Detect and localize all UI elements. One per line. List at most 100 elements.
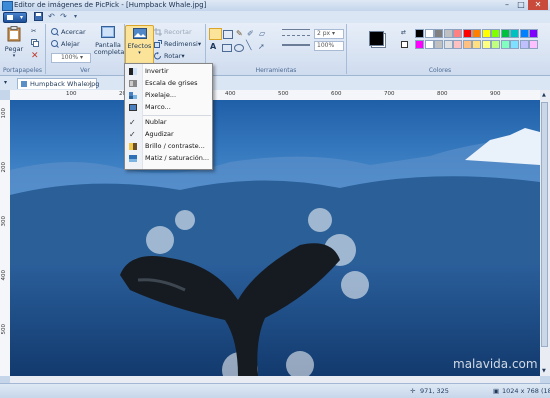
menu-item-escala-de-grises[interactable]: Escala de grises [125,78,212,89]
app-menu-button[interactable]: ▾ [3,12,27,23]
primary-color[interactable] [369,31,384,46]
image-file-icon [21,81,27,87]
close-button[interactable]: ✕ [528,0,548,10]
ruler-label: 200 [1,162,7,173]
color-swatch[interactable] [510,40,519,49]
zoom-select[interactable]: 100% ▾ [51,53,91,63]
menu-item-matiz-saturacion[interactable]: Matiz / saturación... [125,153,212,164]
scroll-thumb[interactable] [541,102,548,347]
fullscreen-button[interactable]: Pantalla completa [94,26,124,56]
color-swatch[interactable] [491,29,500,38]
group-portapapeles: Pegar ▾ ✂ ✕ Portapapeles [0,24,46,74]
pencil-icon[interactable]: ✎ [236,29,243,38]
quick-access-toolbar: ▾ ↶ ↷ ▾ [0,11,550,23]
ellipse-tool-icon[interactable] [234,44,244,52]
stroke-width-select[interactable]: 2 px ▾ [314,29,344,39]
redo-icon[interactable]: ↷ [59,12,68,21]
copy-icon[interactable] [31,39,39,47]
resize-icon [154,40,162,48]
group-ver: Acercar Alejar 100% ▾ Pantalla completa … [46,24,125,74]
color-swatch[interactable] [529,29,538,38]
color-swatch[interactable] [443,29,453,38]
menu-item-pixelaje[interactable]: Pixelaje... [125,90,212,101]
color-swatch[interactable] [500,40,510,49]
line-weight-preview[interactable] [282,44,310,46]
brush-icon[interactable]: ✐ [247,29,254,38]
fullscreen-icon [94,26,122,40]
menu-item-agudizar[interactable]: ✓ Agudizar [125,129,212,140]
color-swatch[interactable] [424,40,434,49]
delete-icon[interactable]: ✕ [31,51,39,61]
cut-icon[interactable]: ✂ [31,27,36,35]
color-swatch[interactable] [434,29,443,38]
opacity-select[interactable]: 100% [314,41,344,51]
color-swatch[interactable] [472,29,481,38]
image-dimensions: 1024 x 768 (188%) [502,387,550,395]
color-swatch[interactable] [453,40,462,49]
horizontal-scrollbar[interactable] [10,376,540,383]
effects-button[interactable]: Efectos ▾ [125,25,154,68]
zoom-out-button[interactable]: Alejar [51,40,80,48]
menu-item-marco[interactable]: Marco... [125,102,212,113]
text-tool-icon[interactable]: A [210,42,216,51]
status-bar: ✛ 971, 325 ▣ 1024 x 768 (188%) [0,383,550,398]
color-swatch[interactable] [462,40,472,49]
ruler-label: 400 [225,91,236,97]
reset-colors-icon[interactable] [401,41,408,48]
color-swatch[interactable] [415,29,424,38]
clipboard-icon [3,26,25,44]
color-swatch[interactable] [510,29,519,38]
paste-button[interactable]: Pegar ▾ [3,26,25,60]
cursor-icon: ✛ [410,387,416,395]
crop-button[interactable]: Recortar [154,28,192,36]
color-swatch[interactable] [519,29,529,38]
scroll-down-icon[interactable]: ▼ [542,368,546,374]
menu-item-invertir[interactable]: Invertir [125,66,212,77]
color-swatch[interactable] [500,29,510,38]
menu-item-brillo-contraste[interactable]: Brillo / contraste... [125,141,212,152]
group-label-ver: Ver [80,67,90,74]
color-swatch[interactable] [472,40,481,49]
color-swatch[interactable] [434,40,443,49]
line-style-dashed[interactable] [282,35,310,36]
color-swatch[interactable] [491,40,500,49]
more-icon[interactable]: ▾ [71,12,80,21]
color-swatch[interactable] [443,40,453,49]
rectangle-select-icon[interactable] [223,30,233,39]
color-swatch[interactable] [424,29,434,38]
group-label-portapapeles: Portapapeles [2,67,43,74]
color-swatch[interactable] [529,40,538,49]
resize-button[interactable]: Redimensi ▾ [154,40,201,48]
color-swatch[interactable] [519,40,529,49]
line-tool-icon[interactable]: ╲ [246,41,251,51]
document-tabs: ▾ Humpback Whale.jpg × [0,76,550,90]
pixelate-icon [129,92,137,99]
minimize-button[interactable]: – [500,0,514,10]
menu-item-nublar[interactable]: ✓ Nublar [125,117,212,128]
line-style-solid[interactable] [282,29,310,30]
close-tab-icon[interactable]: × [86,79,92,90]
color-swatch[interactable] [462,29,472,38]
zoom-in-button[interactable]: Acercar [51,28,86,36]
image-canvas[interactable] [10,100,540,376]
rectangle-tool-icon[interactable] [222,44,232,52]
scroll-up-icon[interactable]: ▲ [542,92,546,98]
undo-icon[interactable]: ↶ [47,12,56,21]
eraser-icon[interactable]: ▱ [259,29,265,38]
vertical-scrollbar[interactable]: ▲ ▼ [540,90,550,376]
app-icon [2,1,13,11]
rotate-button[interactable]: Rotar ▾ [154,52,185,60]
color-swatch[interactable] [415,40,424,49]
color-swatch[interactable] [453,29,462,38]
arrow-tool-icon[interactable]: ➚ [258,42,265,51]
swap-colors-icon[interactable]: ⇄ [401,29,406,36]
select-tool-icon[interactable] [209,28,222,40]
save-icon[interactable] [34,12,43,21]
watermark: malavida.com [453,357,538,371]
maximize-button[interactable]: □ [514,0,528,10]
tab-humpback-whale[interactable]: Humpback Whale.jpg × [17,78,99,90]
tab-list-icon[interactable]: ▾ [4,79,7,86]
rotate-icon [154,52,162,60]
color-swatch[interactable] [481,29,491,38]
color-swatch[interactable] [481,40,491,49]
